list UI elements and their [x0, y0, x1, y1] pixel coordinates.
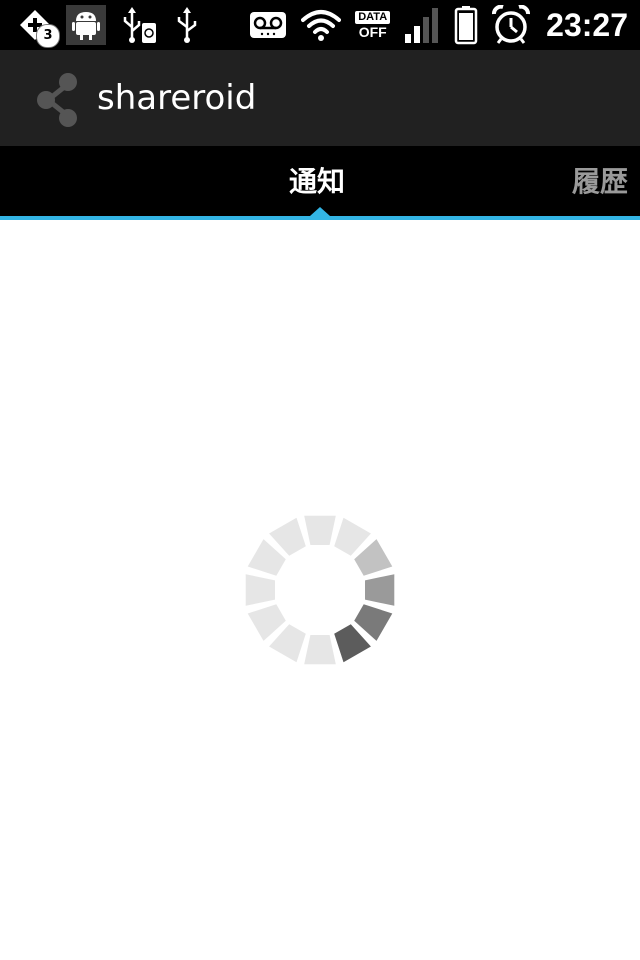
notification-count-badge: 3 [36, 24, 60, 48]
data-label: DATA [355, 11, 391, 24]
status-clock: 23:27 [546, 6, 628, 43]
spinner-segment [304, 635, 336, 665]
voicemail-icon [249, 11, 287, 39]
data-state-label: OFF [358, 24, 387, 40]
spinner-segment [245, 574, 275, 606]
screen: 3 DATA OFF 23:27 shareroid 通知 履歴 [0, 0, 640, 960]
status-bar-system: DATA OFF 23:27 [249, 0, 628, 50]
usb-storage-icon [120, 5, 160, 45]
action-bar: shareroid [0, 50, 640, 148]
app-title: shareroid [97, 78, 257, 118]
share-icon[interactable] [36, 72, 80, 132]
alarm-icon [492, 5, 531, 45]
usb-icon [174, 5, 200, 45]
battery-icon [454, 5, 478, 45]
status-bar: 3 DATA OFF 23:27 [0, 0, 640, 50]
tab-strip: 通知 履歴 [0, 146, 640, 220]
signal-icon [404, 6, 440, 44]
spinner-segment [365, 574, 395, 606]
wifi-icon [301, 8, 342, 42]
content-area [0, 220, 640, 960]
tab-indicator-notch [310, 207, 330, 216]
data-off-icon: DATA OFF [355, 11, 391, 40]
android-debug-icon [66, 5, 106, 45]
tab-notifications[interactable]: 通知 [289, 164, 345, 200]
status-bar-notifications: 3 [18, 0, 214, 50]
plus-notification-icon: 3 [18, 8, 60, 48]
tab-history[interactable]: 履歴 [572, 164, 628, 200]
spinner-icon [245, 515, 395, 665]
spinner-segment [304, 515, 336, 545]
